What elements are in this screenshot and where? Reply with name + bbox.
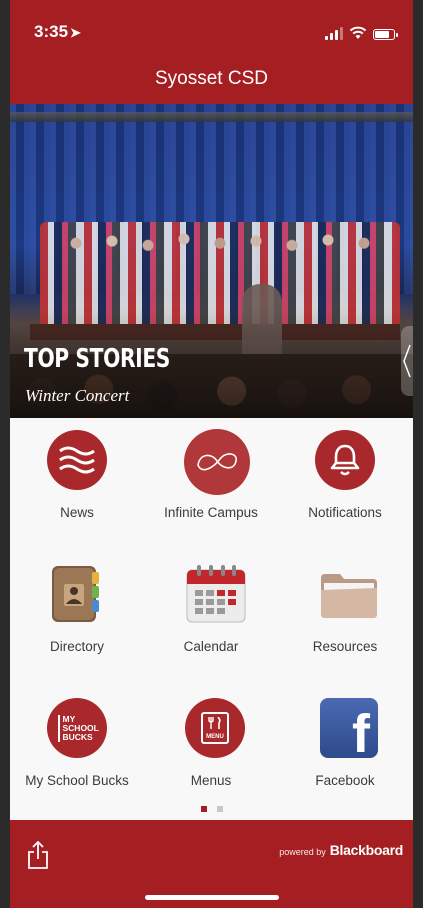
facebook-icon: f (320, 698, 378, 758)
tile-resources[interactable]: Resources (278, 552, 412, 654)
tile-infinite-campus[interactable]: Infinite Campus (144, 418, 278, 520)
tile-menus[interactable]: MENU Menus (144, 686, 278, 788)
app-screen: 3:35 ➤ Syosset CSD TOP STORIES Winter Con… (10, 0, 413, 908)
powered-by-blackboard[interactable]: powered by Blackboard (279, 842, 403, 858)
tile-directory[interactable]: Directory (10, 552, 144, 654)
signal-icon (325, 27, 343, 40)
app-footer: powered by Blackboard (10, 820, 413, 908)
app-grid: News Infinite Campus Notifications Direc… (10, 418, 413, 818)
news-waves-icon (47, 430, 107, 490)
home-indicator[interactable] (145, 895, 279, 900)
app-header: 3:35 ➤ Syosset CSD (10, 0, 413, 104)
tile-label: Infinite Campus (164, 505, 258, 520)
address-book-icon (52, 566, 99, 622)
wifi-icon (349, 26, 367, 39)
page-dot[interactable] (216, 806, 223, 812)
location-arrow-icon: ➤ (70, 25, 81, 40)
tile-label: Resources (312, 639, 378, 654)
tile-my-school-bucks[interactable]: MY SCHOOL BUCKS My School Bucks (10, 686, 144, 788)
share-button[interactable] (26, 840, 50, 875)
menu-icon-text: MENU (206, 734, 224, 740)
my-school-bucks-icon: MY SCHOOL BUCKS (47, 698, 107, 758)
tile-label: Menus (190, 773, 232, 788)
tile-facebook[interactable]: f Facebook (278, 686, 412, 788)
infinite-campus-icon (184, 429, 250, 495)
battery-icon (373, 29, 398, 40)
top-stories-heading: TOP STORIES (24, 344, 171, 374)
chevron-left-icon (403, 344, 411, 378)
tile-label: My School Bucks (25, 773, 129, 788)
tile-label: Directory (49, 639, 104, 654)
next-story-tab[interactable] (401, 326, 413, 396)
tile-news[interactable]: News (10, 418, 144, 520)
top-stories-banner[interactable]: TOP STORIES Winter Concert (10, 104, 413, 418)
share-icon (28, 840, 48, 869)
tile-label: Facebook (315, 773, 375, 788)
tile-notifications[interactable]: Notifications (278, 418, 412, 520)
stage-truss (10, 112, 413, 122)
menu-icon: MENU (185, 698, 245, 758)
powered-by-text: powered by (279, 847, 326, 857)
facebook-icon-letter: f (352, 704, 370, 758)
tile-label: Notifications (308, 505, 382, 520)
page-indicator[interactable] (10, 806, 413, 812)
blackboard-logo: Blackboard (329, 842, 404, 858)
tile-label: News (60, 505, 94, 520)
status-icons (325, 24, 398, 40)
my-school-bucks-icon-text: MY SCHOOL BUCKS (57, 714, 99, 742)
app-title: Syosset CSD (155, 68, 268, 89)
bell-icon (315, 430, 375, 490)
folder-icon (321, 574, 377, 618)
tile-calendar[interactable]: Calendar (144, 552, 278, 654)
status-time: 3:35 ➤ (34, 22, 81, 42)
status-time-text: 3:35 (34, 22, 69, 41)
calendar-icon (186, 565, 246, 623)
story-caption[interactable]: Winter Concert (25, 386, 129, 406)
tile-label: Calendar (183, 639, 239, 654)
page-dot-active[interactable] (200, 806, 207, 812)
